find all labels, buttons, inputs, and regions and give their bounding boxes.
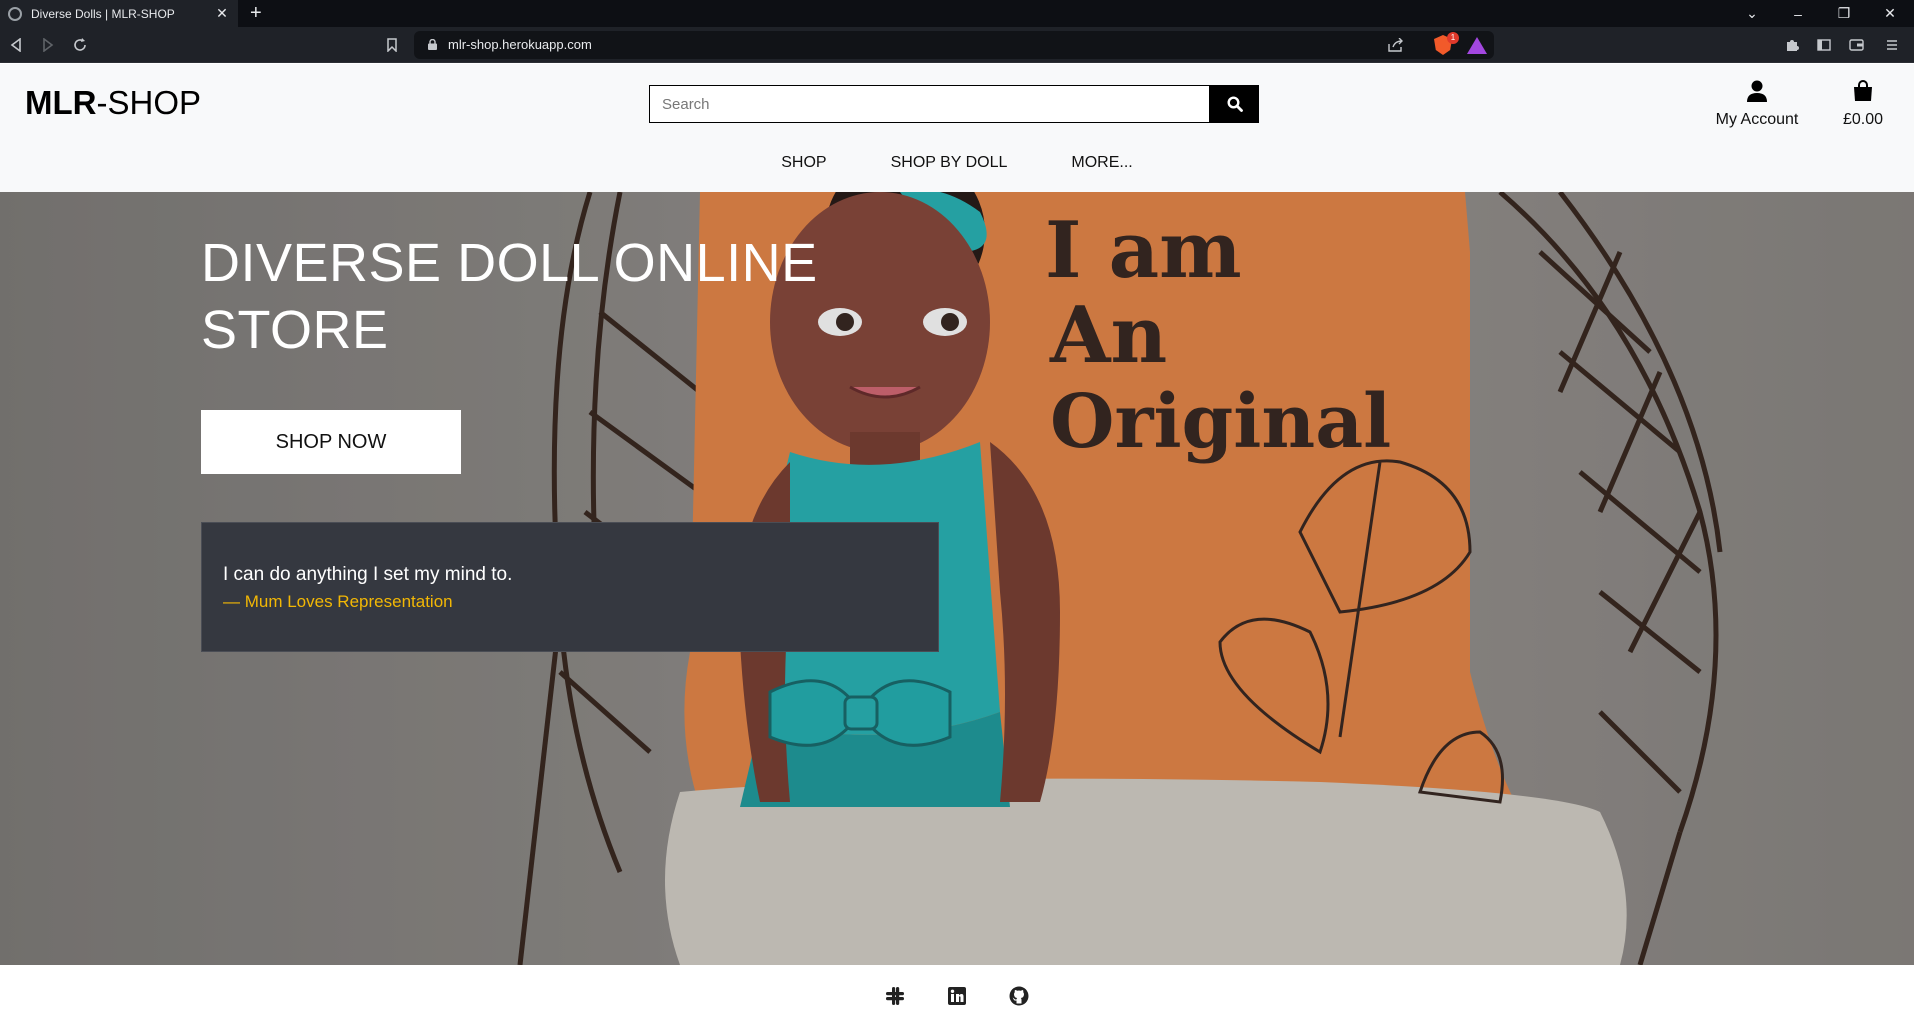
quote-box: I can do anything I set my mind to. — Mu… <box>201 522 939 652</box>
search-button[interactable] <box>1210 85 1259 123</box>
site-logo[interactable]: MLR-SHOP <box>25 84 201 122</box>
menu-icon[interactable] <box>1878 27 1906 63</box>
github-icon[interactable] <box>1008 985 1030 1007</box>
forward-icon[interactable] <box>34 27 62 63</box>
minimize-icon[interactable]: – <box>1776 0 1820 27</box>
search-input[interactable] <box>649 85 1210 123</box>
cart-total: £0.00 <box>1842 111 1884 128</box>
user-icon <box>1747 80 1767 102</box>
bookmark-icon[interactable] <box>378 27 406 63</box>
search-icon <box>1226 96 1243 112</box>
tab-title: Diverse Dolls | MLR-SHOP <box>31 6 175 21</box>
reload-icon[interactable] <box>66 27 94 63</box>
shopping-bag-icon <box>1854 80 1872 101</box>
site-footer <box>0 965 1914 1027</box>
slack-icon[interactable] <box>884 985 906 1007</box>
tab-search-icon[interactable]: ⌄ <box>1730 0 1774 27</box>
extensions-icon[interactable] <box>1778 27 1806 63</box>
restore-icon[interactable]: ❐ <box>1822 0 1866 27</box>
sidebar-icon[interactable] <box>1810 27 1838 63</box>
address-bar[interactable]: mlr-shop.herokuapp.com 1 <box>414 31 1494 59</box>
close-tab-icon[interactable]: ✕ <box>214 5 230 22</box>
my-account-link[interactable]: My Account <box>1702 80 1812 129</box>
browser-tab[interactable]: Diverse Dolls | MLR-SHOP ✕ <box>0 0 238 27</box>
nav-more[interactable]: MORE... <box>1071 154 1132 172</box>
brave-rewards-icon[interactable] <box>1466 35 1488 55</box>
shields-badge: 1 <box>1447 32 1459 44</box>
nav-shop[interactable]: SHOP <box>781 154 826 172</box>
share-icon[interactable] <box>1385 35 1407 55</box>
search-form <box>649 85 1259 123</box>
site-header: MLR-SHOP My Account £0.00 SHOP SHOP BY D… <box>0 64 1914 192</box>
logo-bold: MLR <box>25 84 97 121</box>
hero-title: DIVERSE DOLL ONLINE STORE <box>201 233 818 360</box>
quote-text: I can do anything I set my mind to. <box>223 564 513 585</box>
back-icon[interactable] <box>2 27 30 63</box>
new-tab-icon[interactable]: + <box>250 1 262 25</box>
close-window-icon[interactable]: ✕ <box>1868 0 1912 27</box>
my-account-label: My Account <box>1715 111 1799 128</box>
brave-shields-icon[interactable]: 1 <box>1432 32 1459 55</box>
main-nav: SHOP SHOP BY DOLL MORE... <box>0 154 1914 172</box>
linkedin-icon[interactable] <box>946 985 968 1007</box>
wallet-icon[interactable] <box>1842 27 1870 63</box>
url-text: mlr-shop.herokuapp.com <box>448 37 592 52</box>
hero-banner: I am An Original DIVERSE DOLL ONLINE STO… <box>0 192 1914 965</box>
globe-icon <box>8 6 22 21</box>
lock-icon <box>428 39 437 50</box>
shopping-bag-link[interactable]: £0.00 <box>1830 80 1896 129</box>
logo-rest: -SHOP <box>96 84 201 121</box>
browser-tab-bar: Diverse Dolls | MLR-SHOP ✕ + ⌄ – ❐ ✕ <box>0 0 1914 27</box>
shop-now-button[interactable]: SHOP NOW <box>201 410 461 474</box>
nav-shop-by-doll[interactable]: SHOP BY DOLL <box>891 154 1008 172</box>
quote-author: — Mum Loves Representation <box>223 592 453 611</box>
browser-toolbar: mlr-shop.herokuapp.com 1 <box>0 27 1914 63</box>
